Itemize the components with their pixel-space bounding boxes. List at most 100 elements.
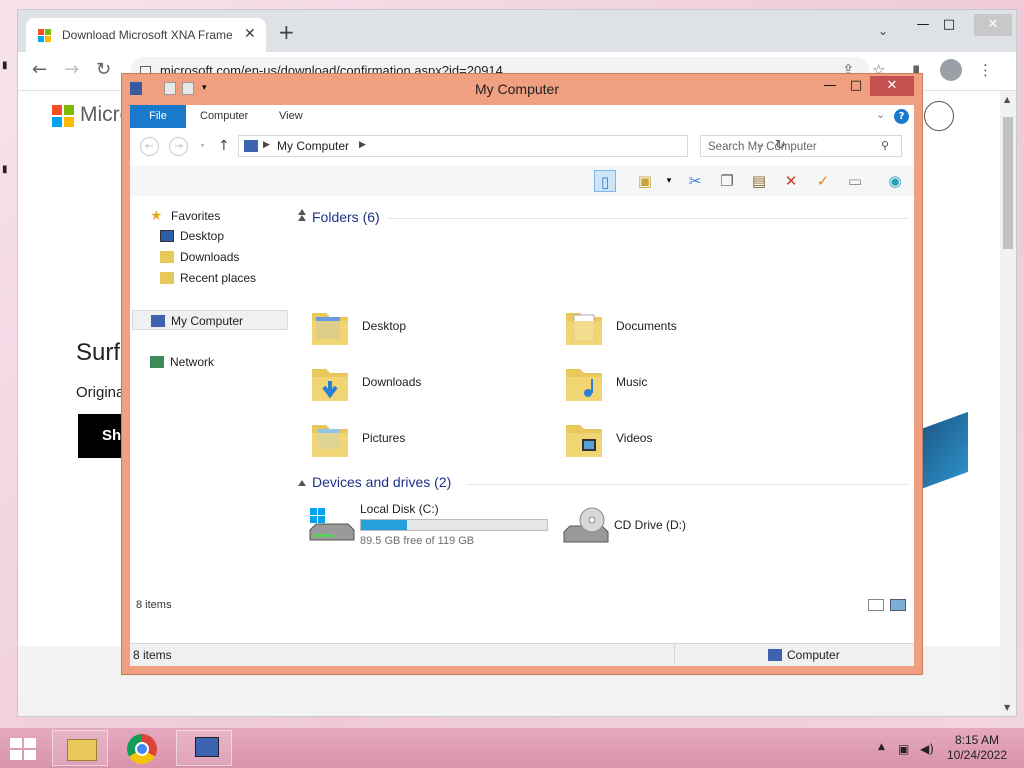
- preview-pane-icon[interactable]: ▯: [594, 170, 616, 192]
- ribbon-expand-icon[interactable]: ⌄: [876, 108, 885, 121]
- file-explorer-icon: [67, 739, 97, 761]
- up-arrow-icon[interactable]: ↑: [218, 138, 230, 154]
- explorer-window: ▾ My Computer — □ ✕ File Computer View ⌄…: [122, 74, 922, 674]
- start-windows-icon[interactable]: [10, 738, 38, 760]
- search-box[interactable]: ⚲: [700, 135, 902, 158]
- status-items-text: 8 items: [133, 648, 172, 662]
- scroll-thumb[interactable]: [1003, 117, 1013, 249]
- tab-view[interactable]: View: [279, 105, 303, 128]
- folder-tile-desktop[interactable]: Desktop: [310, 303, 550, 353]
- search-icon[interactable]: ⚲: [881, 139, 889, 152]
- nav-item-my-computer[interactable]: My Computer: [132, 310, 288, 330]
- cd-drive-icon: [563, 507, 609, 543]
- recent-locations-icon[interactable]: ▾: [194, 137, 211, 154]
- collapse-triangle-icon[interactable]: [298, 480, 306, 486]
- status-divider: [674, 644, 675, 666]
- volume-icon[interactable]: ◀): [920, 742, 934, 756]
- checkmark-icon[interactable]: ✓: [812, 170, 834, 192]
- nav-item-network[interactable]: Network: [150, 352, 214, 372]
- scroll-down-icon[interactable]: ▼: [1004, 703, 1010, 712]
- taskbar: ▲ ▣ ◀) 8:15 AM 10/24/2022: [0, 728, 1024, 768]
- folder-icon: [566, 369, 602, 401]
- drive-tile-d[interactable]: CD Drive (D:): [562, 502, 802, 552]
- profile-avatar-icon[interactable]: [940, 59, 962, 81]
- new-tab-button[interactable]: +: [278, 22, 295, 42]
- back-arrow-icon[interactable]: ←: [32, 60, 47, 80]
- drives-header-text: Devices and drives (2): [312, 474, 452, 490]
- globe-icon[interactable]: ◉: [884, 170, 906, 192]
- rename-icon[interactable]: ▭: [844, 170, 866, 192]
- computer-icon: [151, 315, 165, 327]
- folder-tile-pictures[interactable]: Pictures: [310, 415, 550, 465]
- taskbar-mycomputer-button[interactable]: [176, 730, 232, 766]
- collapse-triangle-icon[interactable]: [298, 215, 306, 221]
- delete-icon[interactable]: ✕: [780, 170, 802, 192]
- details-view-icon[interactable]: [868, 599, 884, 611]
- folder-tile-music[interactable]: Music: [564, 359, 804, 409]
- maximize-button[interactable]: □: [846, 76, 866, 96]
- folders-header-text: Folders (6): [312, 209, 380, 225]
- breadcrumb-chevron-icon[interactable]: ▶: [359, 140, 366, 150]
- folder-tile-documents[interactable]: Documents: [564, 303, 804, 353]
- desktop-icon: [160, 230, 174, 242]
- group-divider: [388, 218, 908, 219]
- network-tray-icon[interactable]: ▣: [898, 742, 909, 756]
- close-button[interactable]: ✕: [870, 76, 914, 96]
- forward-arrow-icon[interactable]: →: [64, 60, 79, 80]
- chevron-down-icon[interactable]: ⌄: [878, 24, 888, 38]
- forward-arrow-icon[interactable]: →: [169, 137, 188, 156]
- browser-tab[interactable]: Download Microsoft XNA Frame ✕: [26, 18, 266, 52]
- desktop-edge-icon: ▮: [2, 164, 8, 175]
- drive-tile-c[interactable]: Local Disk (C:) 89.5 GB free of 119 GB: [308, 502, 558, 552]
- paste-icon[interactable]: ▤: [748, 170, 770, 192]
- minimize-button[interactable]: —: [820, 76, 840, 96]
- explorer-title: My Computer: [474, 81, 560, 97]
- navigation-bar: ← → ▾ ↑ ▶ My Computer ▶ ⌄ ↻ ⚲: [130, 128, 914, 167]
- computer-icon: [768, 649, 782, 661]
- close-button[interactable]: ✕: [974, 14, 1012, 36]
- tab-strip: Download Microsoft XNA Frame ✕ + ⌄ — □ ✕: [18, 10, 1016, 52]
- copy-icon[interactable]: ❐: [716, 170, 738, 192]
- recent-places-icon: [160, 272, 174, 284]
- tab-computer[interactable]: Computer: [200, 105, 248, 128]
- reload-icon[interactable]: ↻: [96, 60, 111, 80]
- select-folder-icon[interactable]: ▣: [634, 170, 656, 192]
- help-icon[interactable]: ?: [894, 109, 909, 124]
- folder-icon: [312, 425, 348, 457]
- microsoft-logo-icon: [38, 29, 52, 43]
- taskbar-clock[interactable]: 8:15 AM 10/24/2022: [940, 733, 1014, 763]
- taskbar-chrome-button[interactable]: [114, 730, 170, 766]
- scroll-up-icon[interactable]: ▲: [1004, 95, 1010, 104]
- folder-tile-downloads[interactable]: Downloads: [310, 359, 550, 409]
- hard-drive-icon: [309, 508, 355, 541]
- folder-tile-videos[interactable]: Videos: [564, 415, 804, 465]
- cut-icon[interactable]: ✂: [684, 170, 706, 192]
- tab-file[interactable]: File: [130, 105, 186, 128]
- explorer-titlebar[interactable]: ▾ My Computer — □ ✕: [122, 74, 922, 104]
- account-icon[interactable]: [924, 101, 954, 131]
- page-scrollbar[interactable]: ▲ ▼: [1000, 91, 1016, 716]
- taskbar-explorer-button[interactable]: [52, 730, 108, 766]
- breadcrumb-my-computer[interactable]: My Computer: [277, 139, 349, 153]
- computer-icon: [244, 140, 258, 152]
- computer-icon: [195, 737, 219, 757]
- group-divider: [466, 484, 908, 485]
- tray-expand-icon[interactable]: ▲: [878, 742, 885, 752]
- folder-icon: [312, 313, 348, 345]
- menu-kebab-icon[interactable]: ⋮: [978, 61, 993, 79]
- back-arrow-icon[interactable]: ←: [140, 137, 159, 156]
- dropdown-icon[interactable]: ▾: [658, 170, 680, 192]
- address-bar[interactable]: ▶ My Computer ▶ ⌄ ↻: [238, 135, 786, 157]
- navigation-pane: ★ Favorites Desktop Downloads Recent plac…: [130, 196, 290, 619]
- drive-usage-bar: [360, 519, 548, 531]
- maximize-button[interactable]: □: [930, 14, 968, 36]
- tab-close-icon[interactable]: ✕: [244, 26, 256, 42]
- nav-item-favorites[interactable]: ★ Favorites: [150, 205, 220, 225]
- search-input[interactable]: [701, 136, 880, 158]
- nav-item-desktop[interactable]: Desktop: [160, 226, 224, 246]
- status-zone-text: Computer: [787, 648, 840, 662]
- nav-item-downloads[interactable]: Downloads: [160, 247, 239, 267]
- breadcrumb-chevron-icon[interactable]: ▶: [263, 140, 270, 150]
- nav-item-recent-places[interactable]: Recent places: [160, 268, 256, 288]
- large-icons-view-icon[interactable]: [890, 599, 906, 611]
